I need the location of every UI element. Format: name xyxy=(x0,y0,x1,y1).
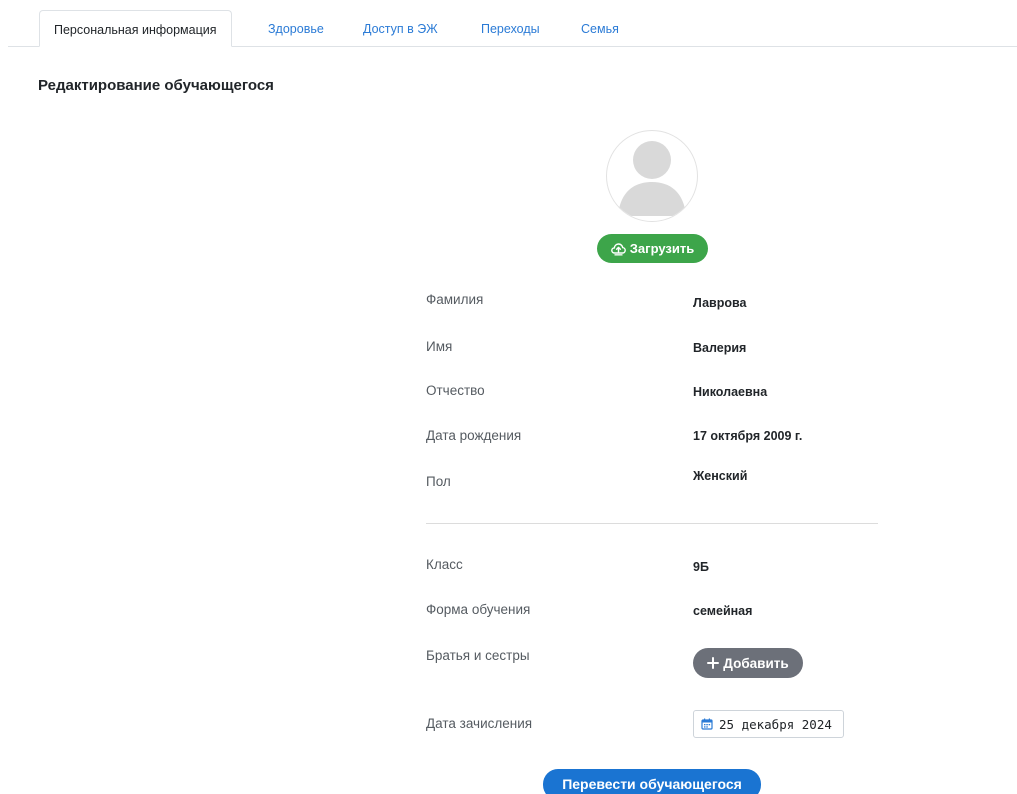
gender-label: Пол xyxy=(426,474,451,489)
birthdate-label: Дата рождения xyxy=(426,428,522,443)
page: Персональная информация Здоровье Доступ … xyxy=(0,0,1017,794)
add-sibling-button[interactable]: Добавить xyxy=(693,648,803,678)
add-sibling-label: Добавить xyxy=(723,655,789,671)
avatar[interactable] xyxy=(606,130,698,222)
section-divider xyxy=(426,523,878,524)
tab-family[interactable]: Семья xyxy=(581,10,619,46)
calendar-icon xyxy=(701,718,713,730)
cloud-upload-icon xyxy=(610,242,626,255)
siblings-label: Братья и сестры xyxy=(426,648,530,663)
enrollment-date-value: 25 декабря 2024 xyxy=(719,716,832,732)
plus-icon xyxy=(707,657,720,669)
tab-ej-access[interactable]: Доступ в ЭЖ xyxy=(363,10,438,46)
tab-health[interactable]: Здоровье xyxy=(268,10,324,46)
enrollment-date-label: Дата зачисления xyxy=(426,716,533,731)
page-title: Редактирование обучающегося xyxy=(38,77,274,94)
study-form-value: семейная xyxy=(693,604,753,618)
tab-bar: Персональная информация Здоровье Доступ … xyxy=(8,10,1017,47)
birthdate-value: 17 октября 2009 г. xyxy=(693,429,803,443)
class-value: 9Б xyxy=(693,560,709,574)
enrollment-date-input[interactable]: 25 декабря 2024 xyxy=(693,710,844,738)
surname-label: Фамилия xyxy=(426,292,484,307)
patronymic-label: Отчество xyxy=(426,383,485,398)
name-value: Валерия xyxy=(693,341,747,355)
tab-personal-info[interactable]: Персональная информация xyxy=(39,10,232,47)
study-form-label: Форма обучения xyxy=(426,602,531,617)
surname-value: Лаврова xyxy=(693,296,747,310)
upload-button-label: Загрузить xyxy=(629,241,695,256)
upload-photo-button[interactable]: Загрузить xyxy=(597,234,708,263)
gender-value: Женский xyxy=(693,469,748,483)
transfer-student-button[interactable]: Перевести обучающегося xyxy=(543,769,761,794)
patronymic-value: Николаевна xyxy=(693,385,768,399)
class-label: Класс xyxy=(426,557,463,572)
tab-transitions[interactable]: Переходы xyxy=(481,10,540,46)
user-silhouette-icon xyxy=(618,141,686,216)
name-label: Имя xyxy=(426,339,453,354)
